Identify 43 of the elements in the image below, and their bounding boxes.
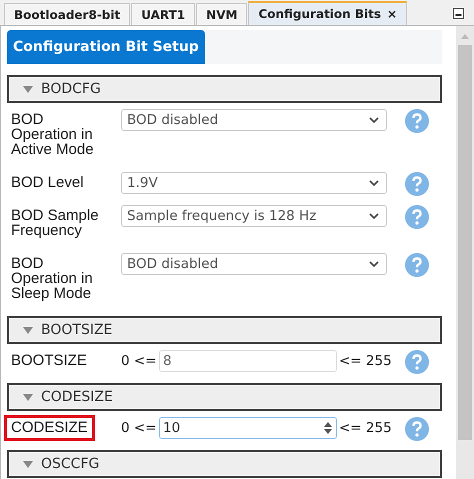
- dropdown[interactable]: BOD disabled: [121, 109, 387, 131]
- section-header[interactable]: OSCCFG: [7, 450, 442, 478]
- editor-tab[interactable]: NVM: [196, 3, 248, 25]
- collapse-triangle-icon: [23, 86, 33, 92]
- help-icon[interactable]: [405, 253, 429, 277]
- help-icon[interactable]: [405, 109, 429, 133]
- editor-tab[interactable]: Bootloader8-bit: [4, 3, 130, 25]
- scroll-thumb[interactable]: [458, 45, 472, 440]
- setup-tab[interactable]: Configuration Bit Setup: [7, 30, 205, 64]
- help-icon[interactable]: [405, 417, 429, 441]
- scrollbar[interactable]: [456, 26, 474, 479]
- close-icon[interactable]: ×: [387, 7, 398, 21]
- setting-label: CODESIZE: [4, 415, 95, 441]
- dropdown[interactable]: BOD disabled: [121, 253, 387, 275]
- minimize-icon[interactable]: [453, 8, 464, 19]
- help-icon[interactable]: [405, 350, 429, 374]
- collapse-triangle-icon: [23, 460, 33, 468]
- number-field[interactable]: 8: [159, 350, 337, 372]
- collapse-triangle-icon: [23, 394, 33, 400]
- scroll-up-icon[interactable]: [461, 34, 469, 39]
- collapse-triangle-icon: [23, 326, 33, 334]
- chevron-down-icon: [369, 261, 379, 267]
- setting-label: BOD Operation in Sleep Mode: [10, 254, 94, 304]
- min-bound-label: 0 <=: [121, 419, 158, 436]
- dropdown[interactable]: 1.9V: [121, 172, 387, 194]
- chevron-down-icon: [369, 117, 379, 123]
- section-header[interactable]: BOOTSIZE: [7, 316, 442, 344]
- help-icon[interactable]: [405, 172, 429, 196]
- number-field[interactable]: 10: [159, 417, 337, 439]
- section-header[interactable]: BODCFG: [7, 75, 442, 103]
- chevron-down-icon: [369, 180, 379, 186]
- setting-label: BOD Operation in Active Mode: [10, 110, 95, 160]
- editor-tab[interactable]: UART1: [131, 3, 196, 25]
- min-bound-label: 0 <=: [121, 352, 158, 369]
- section-header[interactable]: CODESIZE: [7, 383, 442, 411]
- dropdown[interactable]: Sample frequency is 128 Hz: [121, 205, 387, 227]
- setting-label: BOOTSIZE: [10, 351, 88, 371]
- setting-label: BOD Sample Frequency: [10, 206, 100, 241]
- setting-label: BOD Level: [10, 173, 85, 193]
- spinner-icon[interactable]: [324, 421, 332, 435]
- editor-tab[interactable]: Configuration Bits ×: [248, 1, 408, 25]
- chevron-down-icon: [369, 213, 379, 219]
- help-icon[interactable]: [405, 205, 429, 229]
